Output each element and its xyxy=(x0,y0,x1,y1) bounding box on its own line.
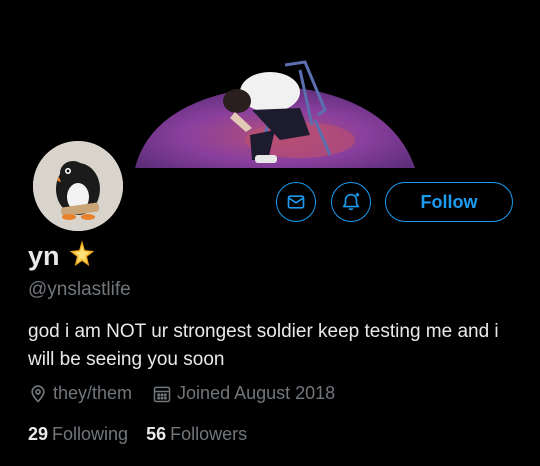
followers-label: Followers xyxy=(170,424,248,444)
followers-link[interactable]: 56 Followers xyxy=(146,424,247,445)
following-label: Following xyxy=(52,424,129,444)
message-button[interactable] xyxy=(276,182,316,222)
calendar-icon xyxy=(153,386,171,402)
follow-stats: 29 Following 56 Followers xyxy=(28,424,265,445)
bell-plus-icon xyxy=(342,192,360,211)
display-name-row: yn xyxy=(28,240,96,273)
followers-count: 56 xyxy=(146,424,167,444)
location-pin-icon xyxy=(31,384,45,403)
display-name: yn xyxy=(28,241,60,271)
following-link[interactable]: 29 Following xyxy=(28,424,128,445)
sparkle-star-icon xyxy=(68,240,96,273)
follow-button[interactable]: Follow xyxy=(385,182,513,222)
following-count: 29 xyxy=(28,424,49,444)
avatar[interactable] xyxy=(30,138,126,234)
pronouns-text: they/them xyxy=(53,383,133,403)
joined-item: Joined August 2018 xyxy=(152,383,335,404)
joined-text: Joined August 2018 xyxy=(177,383,336,403)
notifications-button[interactable] xyxy=(331,182,371,222)
bio-text: god i am NOT ur strongest soldier keep t… xyxy=(28,321,499,370)
profile-meta: they/them Joined August 2018 xyxy=(28,383,355,404)
user-handle: @ynslastlife xyxy=(28,279,131,300)
pronouns-item: they/them xyxy=(28,383,132,404)
mail-icon xyxy=(287,195,305,209)
